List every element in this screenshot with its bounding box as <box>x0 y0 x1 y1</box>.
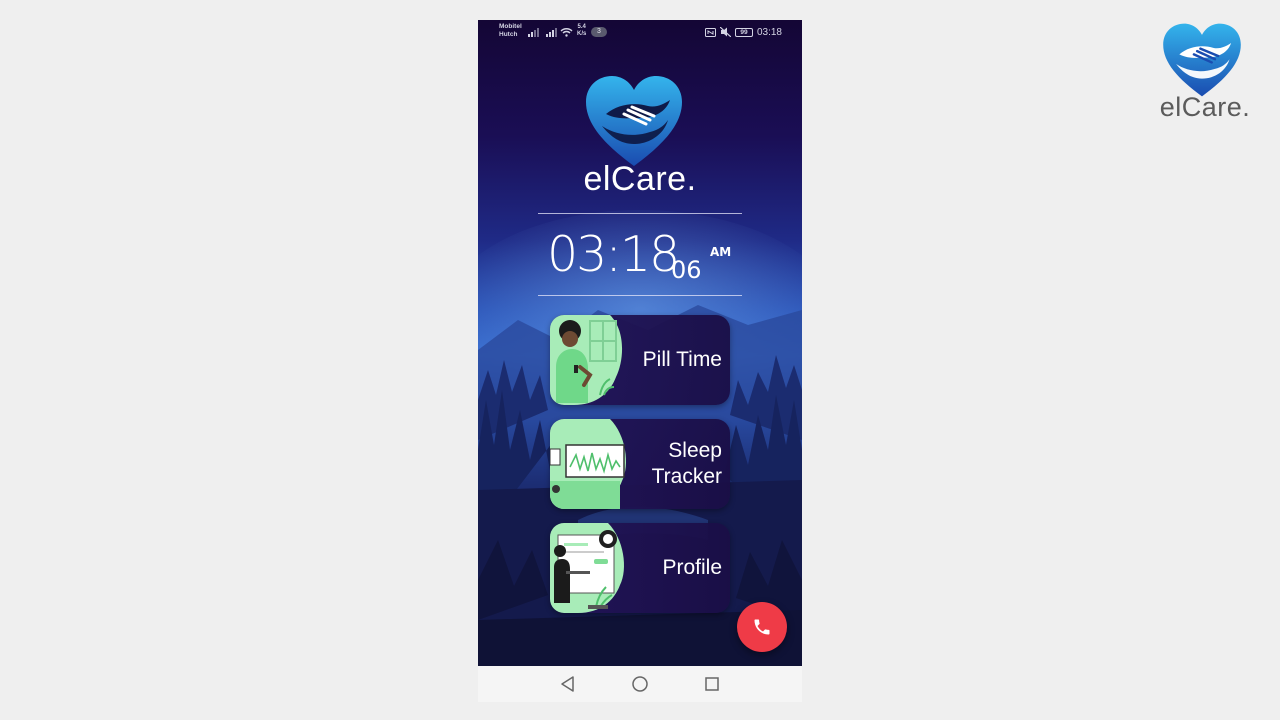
bottom-divider <box>538 295 742 296</box>
app-screen: Mobitel Hutch 5.4 K/s 3 99 03:18 elCare.… <box>478 20 802 666</box>
status-bar: Mobitel Hutch 5.4 K/s 3 99 03:18 <box>478 20 802 44</box>
signal-icon-2 <box>546 28 557 37</box>
phone-icon <box>754 619 770 635</box>
heart-logo-icon <box>1163 23 1241 97</box>
top-divider <box>538 213 742 214</box>
status-right-group: 99 03:18 <box>704 25 782 39</box>
notification-count-badge: 3 <box>591 27 607 37</box>
home-circle-icon[interactable] <box>630 675 650 693</box>
corner-brand-logo: elCare. <box>1150 22 1260 122</box>
signal-icon <box>528 28 539 37</box>
clock-seconds: 06 <box>671 256 702 284</box>
profile-button[interactable]: Profile <box>550 523 730 613</box>
corner-brand-name: elCare. <box>1159 92 1251 122</box>
app-heart-logo-icon <box>586 76 682 166</box>
pill-time-button[interactable]: Pill Time <box>550 315 730 405</box>
emergency-call-button[interactable] <box>737 602 787 652</box>
sleep-tracker-label: Sleep Tracker <box>651 439 722 488</box>
app-brand-name: elCare. <box>583 160 697 198</box>
android-nav-bar <box>478 666 802 702</box>
nfc-icon <box>704 27 716 37</box>
profile-label: Profile <box>662 556 722 579</box>
pill-time-label: Pill Time <box>642 348 722 371</box>
recents-square-icon[interactable] <box>702 675 722 693</box>
digital-clock: 03:18 06 AM <box>478 225 802 289</box>
status-time: 03:18 <box>756 26 782 38</box>
clock-hours-minutes: 03:18 <box>547 226 680 283</box>
wifi-icon <box>560 28 573 37</box>
mute-icon <box>719 27 731 37</box>
back-triangle-icon[interactable] <box>558 675 578 693</box>
battery-indicator: 99 <box>734 27 753 37</box>
network-speed: 5.4 K/s <box>577 24 587 37</box>
carrier-names: Mobitel Hutch <box>499 23 522 38</box>
phone-frame: Mobitel Hutch 5.4 K/s 3 99 03:18 elCare.… <box>478 20 802 702</box>
sleep-tracker-button[interactable]: Sleep Tracker <box>550 419 730 509</box>
clock-ampm: AM <box>710 245 732 259</box>
